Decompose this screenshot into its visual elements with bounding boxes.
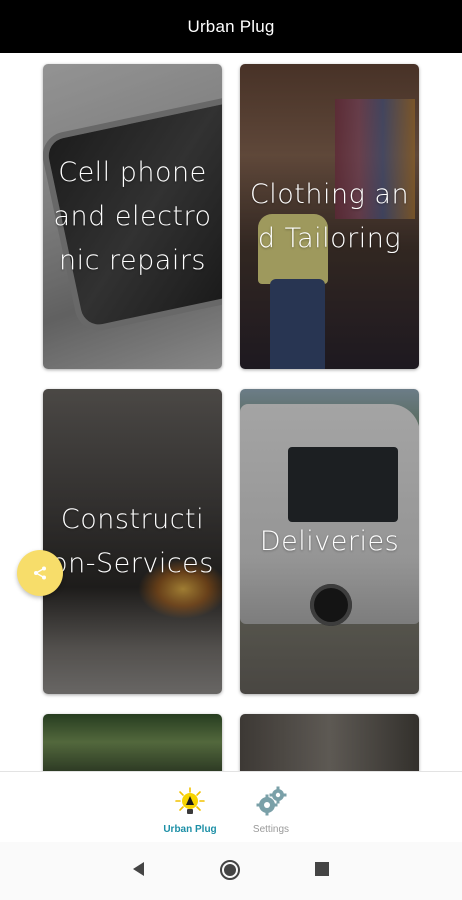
category-label: Cell phone and electronic repairs bbox=[53, 156, 212, 276]
category-card-construction-services[interactable]: Constructi on-Services bbox=[43, 389, 222, 694]
category-card[interactable] bbox=[43, 714, 222, 771]
nav-label-urban-plug: Urban Plug bbox=[163, 824, 217, 835]
system-navigation-bar bbox=[0, 842, 462, 900]
category-label: Clothing and Tailoring bbox=[249, 178, 410, 254]
category-label: Constructi on-Services bbox=[51, 503, 214, 579]
category-card-clothing-tailoring[interactable]: Clothing and Tailoring bbox=[240, 64, 419, 369]
nav-item-settings[interactable]: Settings bbox=[231, 786, 311, 835]
category-label: Deliveries bbox=[259, 525, 400, 557]
category-grid: Cell phone and electronic repairs Clothi… bbox=[0, 53, 462, 771]
recents-button[interactable] bbox=[312, 859, 332, 883]
recents-icon bbox=[315, 862, 329, 876]
back-icon bbox=[133, 862, 144, 876]
category-card[interactable] bbox=[240, 714, 419, 771]
app-bar: Urban Plug bbox=[0, 0, 462, 53]
share-icon bbox=[34, 566, 46, 580]
back-button[interactable] bbox=[129, 859, 149, 883]
category-card-deliveries[interactable]: Deliveries bbox=[240, 389, 419, 694]
urban-plug-logo-icon bbox=[175, 787, 205, 814]
nav-item-urban-plug[interactable]: Urban Plug bbox=[150, 786, 230, 835]
share-button[interactable] bbox=[17, 550, 63, 596]
app-title: Urban Plug bbox=[187, 16, 275, 36]
bottom-navigation: Urban Plug Settings bbox=[0, 771, 462, 843]
home-button[interactable] bbox=[219, 859, 241, 885]
gears-icon bbox=[256, 786, 287, 816]
nav-label-settings: Settings bbox=[252, 824, 290, 835]
category-card-cell-phone-repairs[interactable]: Cell phone and electronic repairs bbox=[43, 64, 222, 369]
home-icon bbox=[220, 860, 240, 880]
